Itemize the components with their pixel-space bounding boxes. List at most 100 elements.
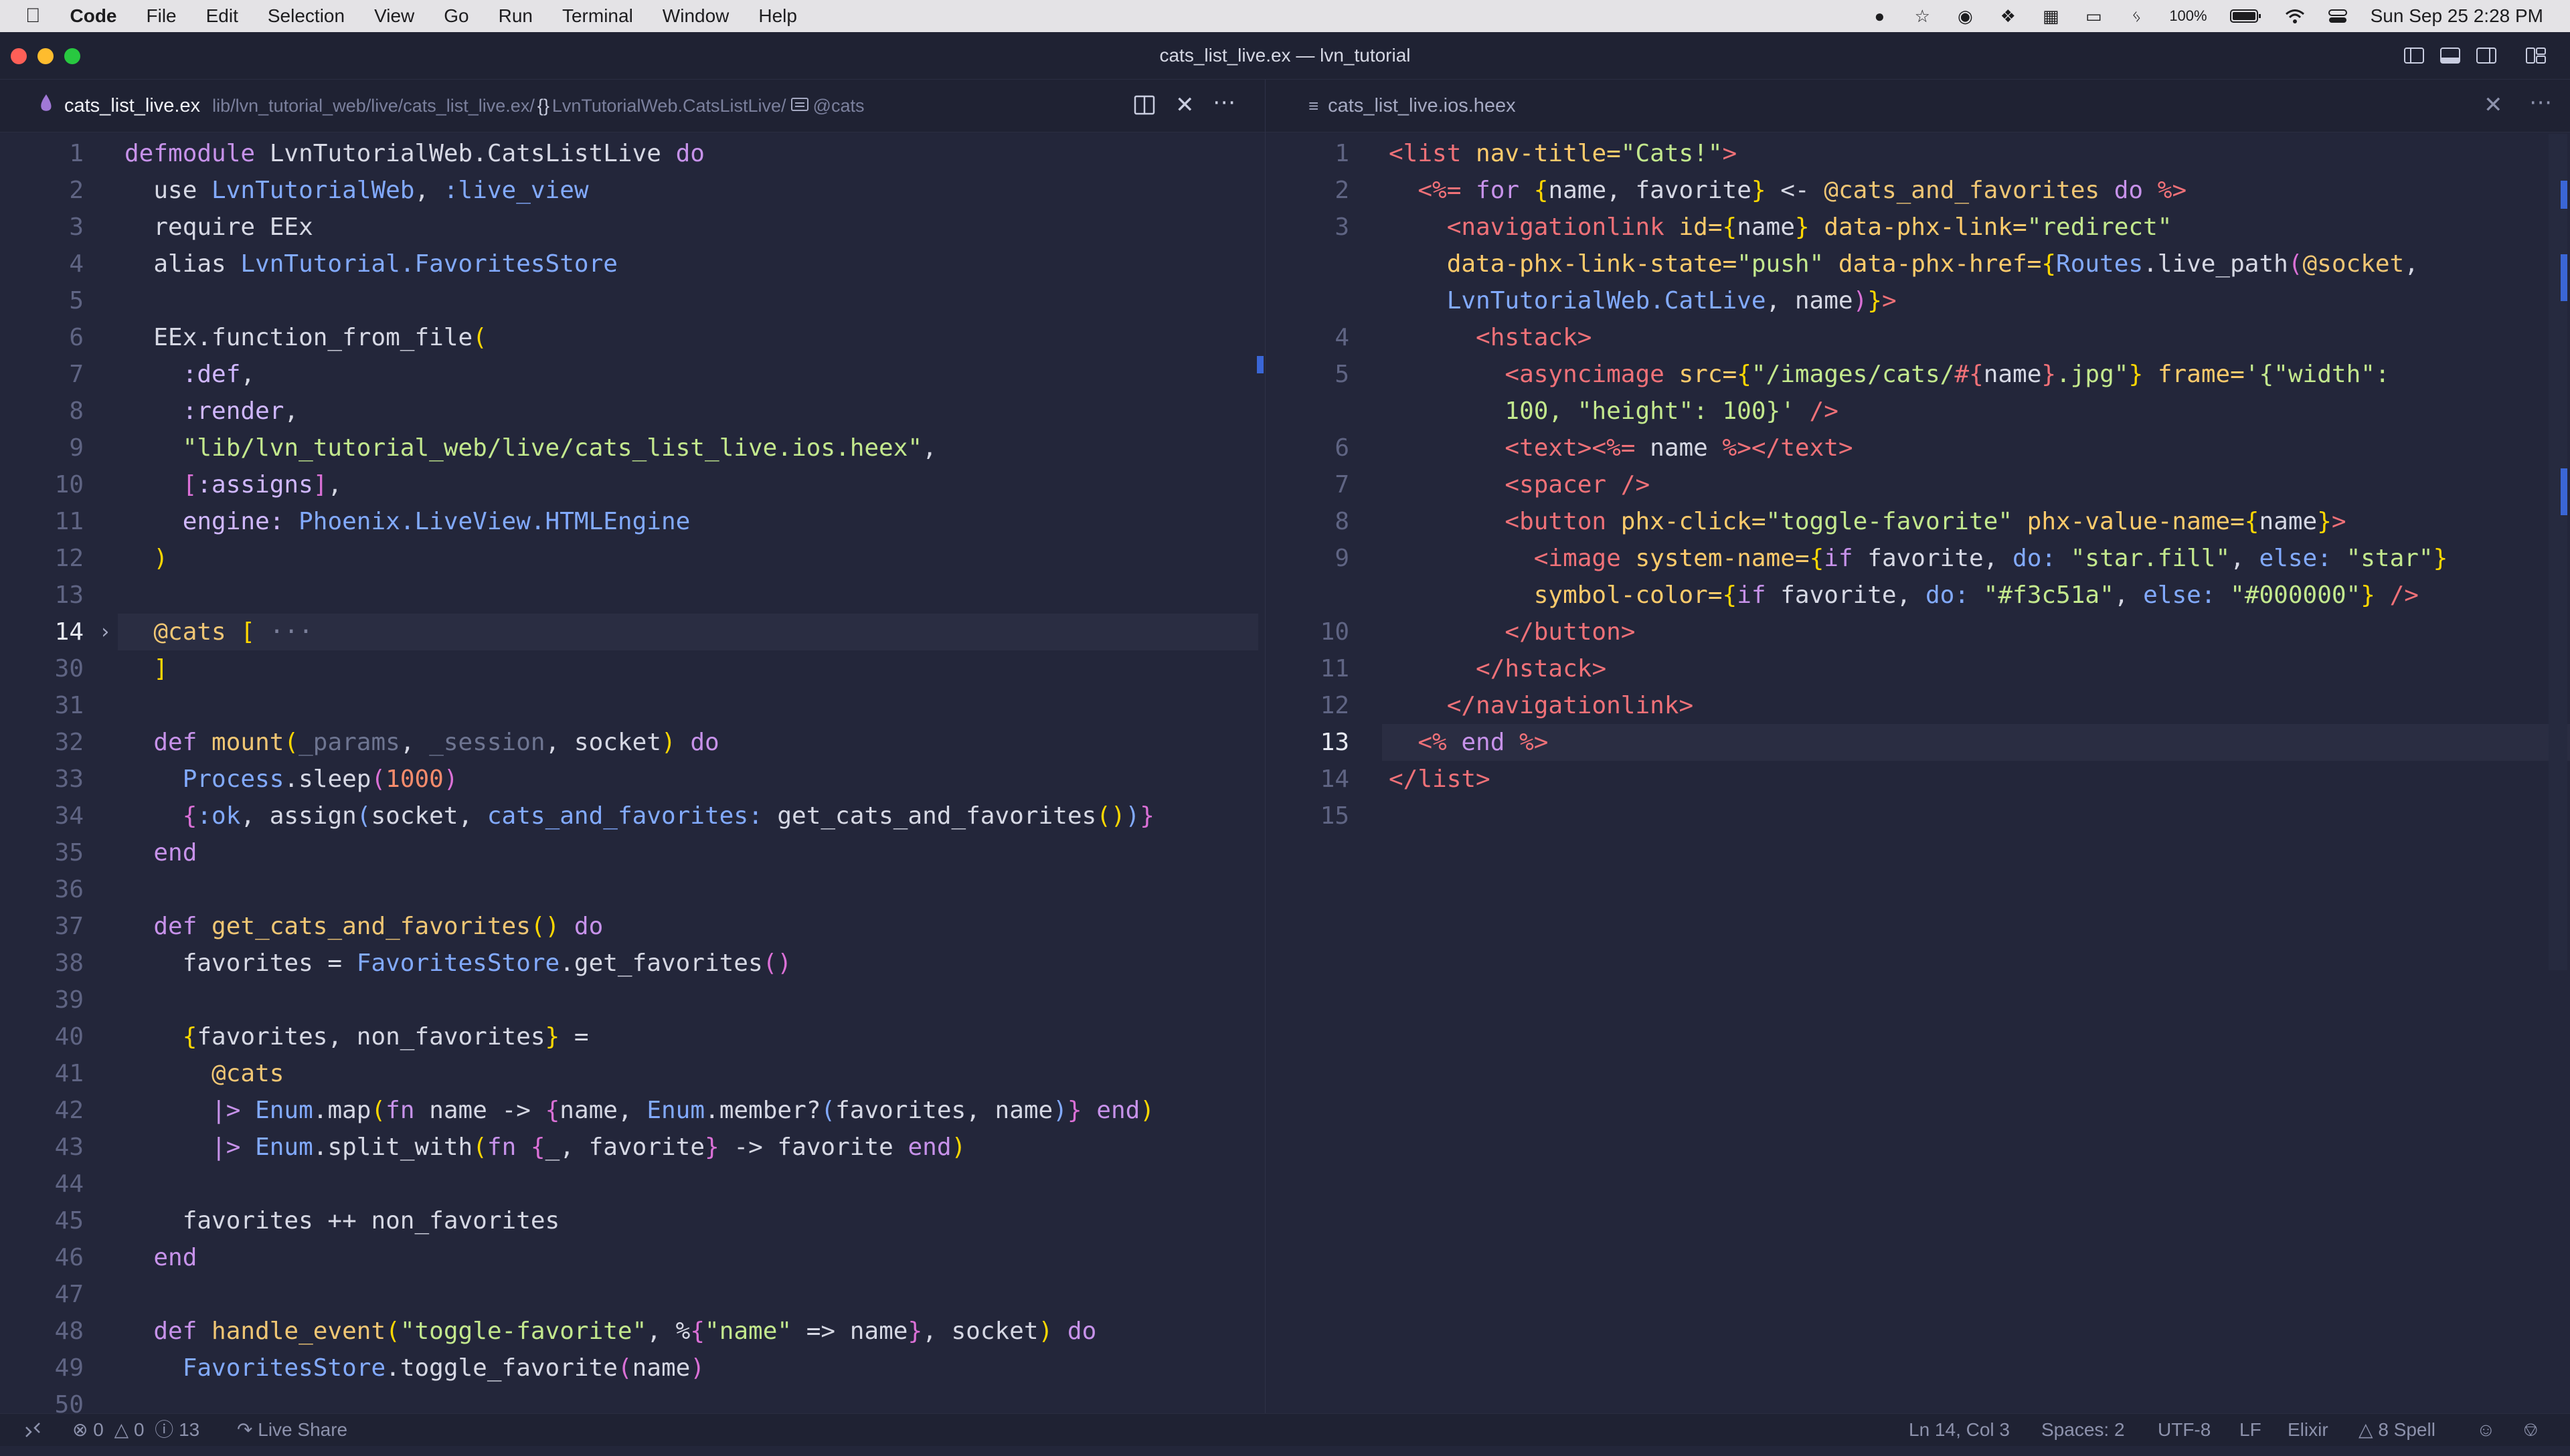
code-line[interactable]: 41 @cats [0,1055,1140,1092]
code-line[interactable]: 10 </button> [1266,614,2517,650]
tab-cats-list-live-ex[interactable]: cats_list_live.ex lib/lvn_tutorial_web/l… [0,80,864,132]
code-line[interactable]: 12 </navigationlink> [1266,687,2517,724]
language-mode[interactable]: Elixir [2288,1414,2328,1446]
cursor-position[interactable]: Ln 14, Col 3 [1909,1414,2010,1446]
breadcrumb-attr[interactable]: @cats [813,96,865,116]
code-line[interactable]: LvnTutorialWeb.CatLive, name)}> [1266,282,2517,319]
code-line[interactable]: 1 <list nav-title="Cats!"> [1266,135,2517,172]
code-line[interactable]: 30 ] [0,650,1140,687]
display-icon[interactable]: ▭ [2083,6,2104,26]
code-line[interactable]: 10 [:assigns], [0,466,1140,503]
toggle-panel-icon[interactable] [2437,43,2463,68]
code-line[interactable]: 2 <%= for {name, favorite} <- @cats_and_… [1266,172,2517,209]
code-line[interactable]: 8 :render, [0,393,1140,430]
menu-terminal[interactable]: Terminal [562,0,633,32]
close-icon[interactable]: ✕ [1175,92,1195,118]
menu-window[interactable]: Window [663,0,730,32]
grid-icon[interactable]: ▦ [2041,6,2061,26]
menu-help[interactable]: Help [758,0,797,32]
encoding[interactable]: UTF-8 [2158,1414,2211,1446]
code-line[interactable]: 38 favorites = FavoritesStore.get_favori… [0,945,1140,982]
code-line[interactable]: 6 <text><%= name %></text> [1266,430,2517,466]
wifi-icon[interactable] [2285,7,2305,25]
tab-cats-list-live-ios-heex[interactable]: ≡ cats_list_live.ios.heex [1266,80,1516,132]
code-line[interactable]: 47 [0,1276,1140,1313]
code-line[interactable]: 5 <asyncimage src={"/images/cats/#{name}… [1266,356,2517,393]
code-line[interactable]: 8 <button phx-click="toggle-favorite" ph… [1266,503,2517,540]
code-line[interactable]: 34 {:ok, assign(socket, cats_and_favorit… [0,798,1154,834]
menu-go[interactable]: Go [444,0,468,32]
apple-icon[interactable]:  [25,5,41,27]
code-line[interactable]: 42 |> Enum.map(fn name -> {name, Enum.me… [0,1092,1154,1129]
code-line[interactable]: 4 alias LvnTutorial.FavoritesStore [0,246,1140,282]
code-line[interactable]: 3 <navigationlink id={name} data-phx-lin… [1266,209,2517,246]
code-line[interactable]: 14 </list> [1266,761,2517,798]
code-line[interactable]: 4 <hstack> [1266,319,2517,356]
code-line[interactable]: 2 use LvnTutorialWeb, :live_view [0,172,1140,209]
code-line[interactable]: symbol-color={if favorite, do: "#f3c51a"… [1266,577,2517,614]
code-line[interactable]: 37 def get_cats_and_favorites() do [0,908,1140,945]
code-line[interactable]: 13 <% end %> [1320,724,2570,761]
code-line[interactable]: 33 Process.sleep(1000) [0,761,1140,798]
code-line[interactable]: 35 end [0,834,1140,871]
code-line[interactable]: 9 "lib/lvn_tutorial_web/live/cats_list_l… [0,430,1140,466]
end-of-line[interactable]: LF [2239,1414,2261,1446]
code-line[interactable]: 12 ) [0,540,1140,577]
code-line[interactable]: 6 EEx.function_from_file( [0,319,1140,356]
code-line[interactable]: 3 require EEx [0,209,1140,246]
code-line[interactable]: 9 <image system-name={if favorite, do: "… [1266,540,2517,577]
code-line[interactable]: 40 {favorites, non_favorites} = [0,1018,1140,1055]
code-line[interactable]: 50 [0,1386,1140,1413]
code-line[interactable]: 7 <spacer /> [1266,466,2517,503]
code-line[interactable]: 44 [0,1166,1140,1202]
code-line[interactable]: 11 </hstack> [1266,650,2517,687]
code-line[interactable]: 1 defmodule LvnTutorialWeb.CatsListLive d… [0,135,1140,172]
code-line[interactable]: 32 def mount(_params, _session, socket) … [0,724,1140,761]
code-line[interactable]: 11 engine: Phoenix.LiveView.HTMLEngine [0,503,1140,540]
menu-selection[interactable]: Selection [268,0,345,32]
code-line[interactable]: data-phx-link-state="push" data-phx-href… [1266,246,2517,282]
battery-icon[interactable] [2229,7,2262,25]
code-line[interactable]: 13 [0,577,1140,614]
live-share-button[interactable]: ↷ Live Share [237,1414,347,1446]
toggle-primary-sidebar-icon[interactable] [2401,43,2427,68]
code-line[interactable]: 46 end [0,1239,1140,1276]
menu-edit[interactable]: Edit [206,0,238,32]
breadcrumb-path[interactable]: lib/lvn_tutorial_web/live/cats_list_live… [212,96,535,116]
code-line[interactable]: 39 [0,982,1140,1018]
problems-indicator[interactable]: ⊗ 0 △ 0 ⓘ 13 [72,1414,199,1446]
flame-icon[interactable]: ● [1869,6,1889,26]
code-line[interactable]: 15 [1266,798,2517,834]
code-line[interactable]: 31 [0,687,1140,724]
menu-file[interactable]: File [147,0,177,32]
circle-g-icon[interactable]: ◉ [1955,6,1975,26]
code-line[interactable]: 36 [0,871,1140,908]
code-line[interactable]: 43 |> Enum.split_with(fn {_, favorite} -… [0,1129,1140,1166]
more-actions-icon[interactable]: ⋯ [2529,89,2552,116]
bluetooth-icon[interactable]: ᛃ [2126,6,2146,26]
clock[interactable]: Sun Sep 25 2:28 PM [2371,5,2543,27]
network-icon[interactable]: ☆ [1912,6,1932,26]
code-line[interactable]: 100, "height": 100}' /> [1266,393,2517,430]
breadcrumb-module[interactable]: LvnTutorialWeb.CatsListLive/ [552,96,786,116]
left-code-editor[interactable]: 1 defmodule LvnTutorialWeb.CatsListLive d… [0,134,1265,1413]
more-actions-icon[interactable]: ⋯ [1213,89,1235,116]
split-editor-icon[interactable] [1132,93,1156,120]
feedback-icon[interactable]: ☺ [2476,1414,2496,1446]
code-line[interactable]: 49 FavoritesStore.toggle_favorite(name) [0,1350,1140,1386]
remote-icon[interactable] [23,1414,43,1456]
code-line[interactable]: 5 [0,282,1140,319]
code-line[interactable]: 7 :def, [0,356,1140,393]
control-center-icon[interactable] [2328,7,2348,25]
menu-run[interactable]: Run [499,0,533,32]
fold-chevron-icon[interactable]: › [99,614,111,650]
code-line[interactable]: 48 def handle_event("toggle-favorite", %… [0,1313,1140,1350]
spell-checker[interactable]: △ 8 Spell [2359,1414,2435,1446]
right-code-editor[interactable]: 1 <list nav-title="Cats!"> 2 <%= for {name… [1266,134,2570,1413]
dropbox-icon[interactable]: ❖ [1998,6,2018,26]
indentation[interactable]: Spaces: 2 [2041,1414,2125,1446]
code-line[interactable]: 14 › @cats [ ··· [55,614,1258,650]
menu-code[interactable]: Code [70,0,117,32]
customize-layout-icon[interactable] [2523,43,2549,68]
menu-view[interactable]: View [374,0,414,32]
